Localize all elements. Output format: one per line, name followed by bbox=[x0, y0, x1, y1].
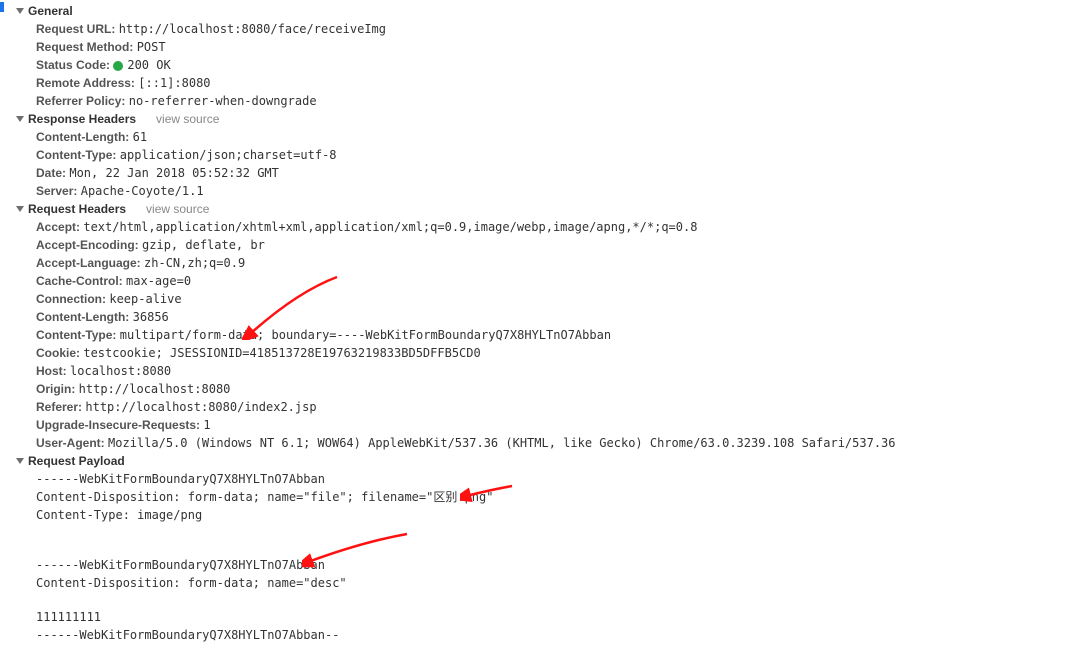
field-resp-content-type: Content-Type: application/json;charset=u… bbox=[8, 146, 1084, 164]
payload-line: ------WebKitFormBoundaryQ7X8HYLTnO7Abban bbox=[8, 556, 1084, 574]
field-resp-server: Server: Apache-Coyote/1.1 bbox=[8, 182, 1084, 200]
payload-line: ------WebKitFormBoundaryQ7X8HYLTnO7Abban bbox=[8, 470, 1084, 488]
field-request-url: Request URL: http://localhost:8080/face/… bbox=[8, 20, 1084, 38]
field-connection: Connection: keep-alive bbox=[8, 290, 1084, 308]
section-response-headers-header[interactable]: Response Headers view source bbox=[8, 110, 1084, 128]
payload-line bbox=[8, 540, 1084, 556]
status-ok-icon bbox=[113, 61, 123, 71]
payload-line: 111111111 bbox=[8, 608, 1084, 626]
field-referrer-policy: Referrer Policy: no-referrer-when-downgr… bbox=[8, 92, 1084, 110]
field-referer: Referer: http://localhost:8080/index2.js… bbox=[8, 398, 1084, 416]
field-accept: Accept: text/html,application/xhtml+xml,… bbox=[8, 218, 1084, 236]
section-request-payload-title: Request Payload bbox=[28, 454, 125, 468]
field-origin: Origin: http://localhost:8080 bbox=[8, 380, 1084, 398]
field-req-content-length: Content-Length: 36856 bbox=[8, 308, 1084, 326]
payload-line: ------WebKitFormBoundaryQ7X8HYLTnO7Abban… bbox=[8, 626, 1084, 644]
disclosure-triangle-icon bbox=[16, 458, 24, 464]
field-accept-language: Accept-Language: zh-CN,zh;q=0.9 bbox=[8, 254, 1084, 272]
section-general-title: General bbox=[28, 4, 73, 18]
field-host: Host: localhost:8080 bbox=[8, 362, 1084, 380]
field-user-agent: User-Agent: Mozilla/5.0 (Windows NT 6.1;… bbox=[8, 434, 1084, 452]
field-upgrade-insecure: Upgrade-Insecure-Requests: 1 bbox=[8, 416, 1084, 434]
selection-strip bbox=[0, 2, 4, 12]
section-request-headers-title: Request Headers bbox=[28, 202, 126, 216]
payload-line: Content-Disposition: form-data; name="fi… bbox=[8, 488, 1084, 506]
field-request-method: Request Method: POST bbox=[8, 38, 1084, 56]
field-resp-content-length: Content-Length: 61 bbox=[8, 128, 1084, 146]
section-response-headers-title: Response Headers bbox=[28, 112, 136, 126]
headers-panel: General Request URL: http://localhost:80… bbox=[0, 0, 1084, 644]
payload-line: Content-Disposition: form-data; name="de… bbox=[8, 574, 1084, 592]
view-source-link[interactable]: view source bbox=[156, 112, 219, 126]
field-accept-encoding: Accept-Encoding: gzip, deflate, br bbox=[8, 236, 1084, 254]
field-remote-address: Remote Address: [::1]:8080 bbox=[8, 74, 1084, 92]
view-source-link[interactable]: view source bbox=[146, 202, 209, 216]
disclosure-triangle-icon bbox=[16, 206, 24, 212]
field-cookie: Cookie: testcookie; JSESSIONID=418513728… bbox=[8, 344, 1084, 362]
field-req-content-type: Content-Type: multipart/form-data; bound… bbox=[8, 326, 1084, 344]
section-request-headers-header[interactable]: Request Headers view source bbox=[8, 200, 1084, 218]
payload-line bbox=[8, 592, 1084, 608]
payload-line bbox=[8, 524, 1084, 540]
field-cache-control: Cache-Control: max-age=0 bbox=[8, 272, 1084, 290]
disclosure-triangle-icon bbox=[16, 116, 24, 122]
field-resp-date: Date: Mon, 22 Jan 2018 05:52:32 GMT bbox=[8, 164, 1084, 182]
field-status-code: Status Code: 200 OK bbox=[8, 56, 1084, 74]
disclosure-triangle-icon bbox=[16, 8, 24, 14]
section-request-payload-header[interactable]: Request Payload bbox=[8, 452, 1084, 470]
section-general-header[interactable]: General bbox=[8, 2, 1084, 20]
payload-line: Content-Type: image/png bbox=[8, 506, 1084, 524]
